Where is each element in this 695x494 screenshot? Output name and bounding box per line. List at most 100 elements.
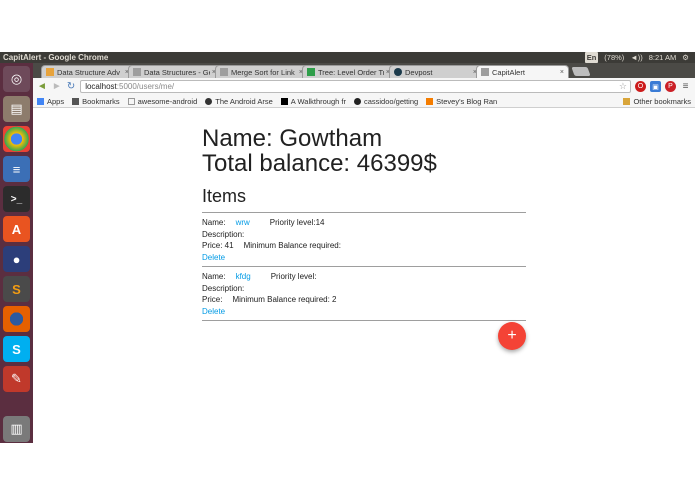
medium-icon [280, 97, 288, 105]
firefox-icon[interactable] [3, 306, 30, 332]
url-path: :5000/users/me/ [116, 82, 175, 91]
file-manager-icon[interactable]: ▤ [3, 96, 30, 122]
battery-indicator[interactable]: (78%) [604, 52, 624, 63]
apps-grid-icon [37, 97, 44, 105]
tab-favicon [394, 68, 402, 76]
screen-top-margin [0, 0, 695, 52]
clock[interactable]: 8:21 AM [649, 52, 677, 63]
item-name-link[interactable]: kfdg [236, 272, 251, 281]
list-item: Name: kfdg Priority level: Description: Pr… [202, 267, 526, 321]
tab-title: CapitAlert [492, 67, 525, 77]
total-balance-heading: Total balance: 46399$ [202, 150, 437, 177]
item-priority: Priority level: [270, 272, 317, 281]
pinterest-icon[interactable]: P [665, 81, 676, 92]
bookmark-cassidoo[interactable]: cassidoo/getting [353, 97, 418, 106]
divider [202, 320, 526, 321]
browser-toolbar: ◄ ► ↻ localhost:5000/users/me/ ☆ O ▣ P ≡ [33, 78, 695, 95]
item-price-row: Price: Minimum Balance required: 2 [202, 294, 526, 306]
blogger-icon [426, 97, 434, 105]
list-item: Name: wrw Priority level:14 Description: P… [202, 213, 526, 267]
tab-title: Data Structures - Ge [144, 67, 210, 77]
back-button[interactable]: ◄ [37, 81, 47, 92]
bookmark-awesome-android[interactable]: awesome-android [127, 97, 197, 106]
item-name-row: Name: wrw Priority level:14 [202, 217, 526, 229]
tab-devpost[interactable]: Devpost × [389, 65, 482, 78]
item-min-balance: Minimum Balance required: 2 [232, 295, 337, 304]
star-icon [72, 97, 80, 105]
forward-button[interactable]: ► [52, 81, 62, 92]
tab-merge-sort[interactable]: Merge Sort for Link × [215, 65, 308, 78]
menu-icon[interactable]: ≡ [680, 81, 691, 92]
delete-button[interactable]: Delete [202, 306, 526, 318]
tab-favicon [46, 68, 54, 76]
tab-strip: Data Structure Adv × Data Structures - G… [33, 63, 695, 78]
item-name-row: Name: kfdg Priority level: [202, 271, 526, 283]
extension-icon[interactable]: ▣ [650, 81, 661, 92]
bookmark-steveys-blog[interactable]: Stevey's Blog Ran [426, 97, 497, 106]
settings-icon[interactable]: ⚙ [682, 52, 689, 63]
page-viewport: Name: Gowtham Total balance: 46399$ Item… [33, 108, 695, 443]
tab-title: Tree: Level Order Tr [318, 67, 384, 77]
items-heading: Items [202, 186, 247, 206]
new-tab-button[interactable] [571, 67, 591, 76]
tab-favicon [481, 68, 489, 76]
item-description: Description: [202, 229, 245, 239]
opera-extension-icon[interactable]: O [635, 81, 646, 92]
add-item-button[interactable]: + [498, 322, 526, 350]
tab-tree-level-order[interactable]: Tree: Level Order Tr × [302, 65, 395, 78]
item-name-label: Name: [202, 218, 226, 227]
url-host: localhost [85, 82, 117, 91]
dash-home-icon[interactable]: ◎ [3, 66, 30, 92]
github-icon [353, 97, 361, 105]
tab-favicon [220, 68, 228, 76]
tab-favicon [133, 68, 141, 76]
system-settings-icon[interactable]: ✎ [3, 366, 30, 392]
bookmarks-bar: Apps Bookmarks awesome-android The Andro… [33, 95, 695, 108]
window-title: CapitAlert - Google Chrome [3, 53, 109, 62]
user-name-heading: Name: Gowtham [202, 125, 383, 152]
item-price: Price: 41 [202, 241, 234, 250]
sublime-text-icon[interactable]: S [3, 276, 30, 302]
keyboard-layout-indicator[interactable]: En [584, 52, 599, 63]
tab-favicon [307, 68, 315, 76]
terminal-icon[interactable]: >_ [3, 186, 30, 212]
tab-data-structures[interactable]: Data Structures - Ge × [128, 65, 221, 78]
chrome-icon[interactable] [3, 126, 30, 152]
close-icon[interactable]: × [560, 66, 564, 78]
volume-icon[interactable]: ◄)) [630, 52, 642, 63]
user-profile-content: Name: Gowtham Total balance: 46399$ Item… [202, 126, 526, 321]
ubuntu-launcher: ◎ ▤ ≡ >_ A ● S S ✎ ▥ [0, 63, 33, 443]
bookmark-star-icon[interactable]: ☆ [619, 81, 630, 92]
page-icon [127, 97, 135, 105]
tab-title: Merge Sort for Link [231, 67, 295, 77]
apps-shortcut[interactable]: Apps [37, 97, 64, 106]
item-price: Price: [202, 295, 223, 304]
address-bar[interactable]: localhost:5000/users/me/ ☆ [80, 80, 631, 93]
bookmark-walkthrough[interactable]: A Walkthrough fr [280, 97, 346, 106]
trash-icon[interactable]: ▥ [3, 416, 30, 442]
item-description: Description: [202, 283, 245, 293]
bookmark-folder-bookmarks[interactable]: Bookmarks [72, 97, 120, 106]
other-bookmarks[interactable]: Other bookmarks [623, 97, 691, 106]
item-priority: Priority level:14 [269, 218, 325, 227]
delete-button[interactable]: Delete [202, 252, 526, 264]
skype-icon[interactable]: S [3, 336, 30, 362]
item-name-label: Name: [202, 272, 226, 281]
tab-capitalert[interactable]: CapitAlert × [476, 65, 569, 78]
bookmark-android-arsenal[interactable]: The Android Arse [205, 97, 273, 106]
folder-icon [623, 97, 631, 105]
software-center-icon[interactable]: A [3, 216, 30, 242]
tab-data-structure-adv[interactable]: Data Structure Adv × [41, 65, 134, 78]
reload-button[interactable]: ↻ [67, 81, 75, 92]
item-name-link[interactable]: wrw [236, 218, 250, 227]
item-min-balance: Minimum Balance required: [243, 241, 341, 250]
site-icon [205, 97, 213, 105]
system-top-bar: CapitAlert - Google Chrome En (78%) ◄)) … [0, 52, 695, 63]
eclipse-icon[interactable]: ● [3, 246, 30, 272]
system-tray: En (78%) ◄)) 8:21 AM ⚙ [584, 52, 695, 63]
text-document-icon[interactable]: ≡ [3, 156, 30, 182]
tab-title: Data Structure Adv [57, 67, 120, 77]
tab-title: Devpost [405, 67, 433, 77]
screen-bottom-margin [0, 443, 695, 494]
item-price-row: Price: 41 Minimum Balance required: [202, 240, 526, 252]
